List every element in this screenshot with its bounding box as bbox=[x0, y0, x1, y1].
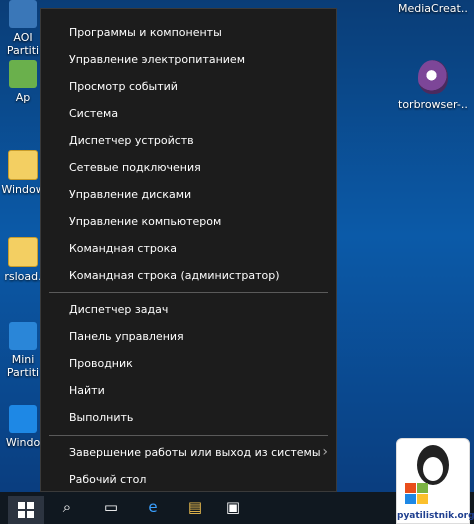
menu-item-run[interactable]: Выполнить bbox=[41, 404, 336, 431]
app-green-icon bbox=[9, 60, 37, 88]
chevron-right-icon: › bbox=[322, 444, 328, 460]
penguin-mascot-icon bbox=[417, 445, 449, 485]
desktop: AOI Partiti Ap Window rsload. Mini Partiti… bbox=[0, 0, 474, 524]
menu-item-shutdown-label: Завершение работы или выход из системы bbox=[69, 446, 321, 459]
watermark-text: pyatilistnik.org bbox=[397, 511, 474, 521]
desktop-icon-label: MediaCreat... bbox=[398, 2, 468, 15]
menu-item-explorer[interactable]: Проводник bbox=[41, 350, 336, 377]
desktop-icon-torbrowser[interactable]: torbrowser-... bbox=[398, 60, 468, 111]
search-icon[interactable]: ⌕ bbox=[58, 498, 76, 516]
folder-icon bbox=[8, 237, 38, 267]
store-icon[interactable]: ▣ bbox=[224, 498, 242, 516]
tor-icon bbox=[418, 60, 448, 94]
menu-item-control-panel[interactable]: Панель управления bbox=[41, 323, 336, 350]
folder-icon bbox=[8, 150, 38, 180]
menu-item-event-viewer[interactable]: Просмотр событий bbox=[41, 73, 336, 100]
menu-item-disk-management[interactable]: Управление дисками bbox=[41, 181, 336, 208]
menu-item-computer-management[interactable]: Управление компьютером bbox=[41, 208, 336, 235]
menu-item-task-manager[interactable]: Диспетчер задач bbox=[41, 296, 336, 323]
start-button[interactable] bbox=[8, 496, 44, 524]
menu-item-cmd-admin[interactable]: Командная строка (администратор) bbox=[41, 262, 336, 289]
winx-context-menu: Программы и компоненты Управление электр… bbox=[40, 8, 337, 492]
menu-item-device-manager[interactable]: Диспетчер устройств bbox=[41, 127, 336, 154]
menu-item-system[interactable]: Система bbox=[41, 100, 336, 127]
windows-tile-icon bbox=[9, 405, 37, 433]
menu-item-power[interactable]: Управление электропитанием bbox=[41, 46, 336, 73]
menu-item-network[interactable]: Сетевые подключения bbox=[41, 154, 336, 181]
desktop-icon-mediacreation[interactable]: MediaCreat... bbox=[398, 2, 468, 15]
menu-item-programs[interactable]: Программы и компоненты bbox=[41, 19, 336, 46]
menu-separator bbox=[49, 292, 328, 293]
menu-item-desktop[interactable]: Рабочий стол bbox=[41, 466, 336, 493]
menu-item-search[interactable]: Найти bbox=[41, 377, 336, 404]
app-icon bbox=[9, 0, 37, 28]
edge-icon[interactable]: e bbox=[144, 498, 162, 516]
app-icon bbox=[9, 322, 37, 350]
task-view-icon[interactable]: ▭ bbox=[102, 498, 120, 516]
windows-flag-icon bbox=[405, 483, 429, 505]
menu-item-cmd[interactable]: Командная строка bbox=[41, 235, 336, 262]
file-explorer-icon[interactable]: ▤ bbox=[186, 498, 204, 516]
menu-separator bbox=[49, 435, 328, 436]
menu-item-shutdown[interactable]: Завершение работы или выход из системы › bbox=[41, 439, 336, 466]
desktop-icon-label: torbrowser-... bbox=[398, 98, 468, 111]
windows-logo-icon bbox=[18, 502, 34, 518]
watermark-logo: pyatilistnik.org bbox=[396, 438, 474, 524]
